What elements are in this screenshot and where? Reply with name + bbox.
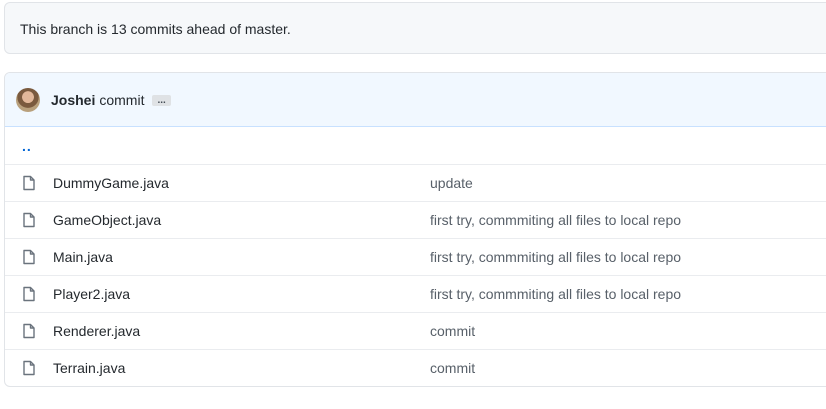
file-commit-link[interactable]: first try, commmiting all files to local… <box>430 212 681 228</box>
branch-status-text: This branch is 13 commits ahead of maste… <box>20 21 291 37</box>
file-icon <box>23 360 35 376</box>
file-row[interactable]: GameObject.java first try, commmiting al… <box>5 201 826 238</box>
file-row[interactable]: Renderer.java commit <box>5 312 826 349</box>
file-icon <box>23 286 35 302</box>
file-commit-link[interactable]: update <box>430 175 473 191</box>
file-name-link[interactable]: Terrain.java <box>53 360 430 376</box>
file-commit-link[interactable]: first try, commmiting all files to local… <box>430 286 681 302</box>
parent-directory-row[interactable]: .. <box>5 127 826 164</box>
commit-message-link[interactable]: commit <box>99 92 144 108</box>
file-name-link[interactable]: GameObject.java <box>53 212 430 228</box>
file-commit-link[interactable]: commit <box>430 323 475 339</box>
file-name-link[interactable]: DummyGame.java <box>53 175 430 191</box>
avatar[interactable] <box>16 87 40 112</box>
commit-author-link[interactable]: Joshei <box>51 92 95 108</box>
parent-directory-link[interactable]: .. <box>22 138 32 154</box>
file-icon <box>23 323 35 339</box>
latest-commit-header: Joshei commit ... <box>5 73 826 127</box>
file-icon <box>23 249 35 265</box>
expand-commit-button[interactable]: ... <box>152 95 171 106</box>
file-row[interactable]: Main.java first try, commmiting all file… <box>5 238 826 275</box>
file-commit-link[interactable]: commit <box>430 360 475 376</box>
file-icon <box>23 175 35 191</box>
file-row[interactable]: Terrain.java commit <box>5 349 826 386</box>
file-row[interactable]: Player2.java first try, commmiting all f… <box>5 275 826 312</box>
file-name-link[interactable]: Renderer.java <box>53 323 430 339</box>
file-commit-link[interactable]: first try, commmiting all files to local… <box>430 249 681 265</box>
file-name-link[interactable]: Main.java <box>53 249 430 265</box>
branch-status-banner: This branch is 13 commits ahead of maste… <box>4 2 826 54</box>
file-row[interactable]: DummyGame.java update <box>5 164 826 201</box>
file-name-link[interactable]: Player2.java <box>53 286 430 302</box>
file-icon <box>23 212 35 228</box>
file-list: Joshei commit ... .. DummyGame.java upda… <box>4 72 826 387</box>
